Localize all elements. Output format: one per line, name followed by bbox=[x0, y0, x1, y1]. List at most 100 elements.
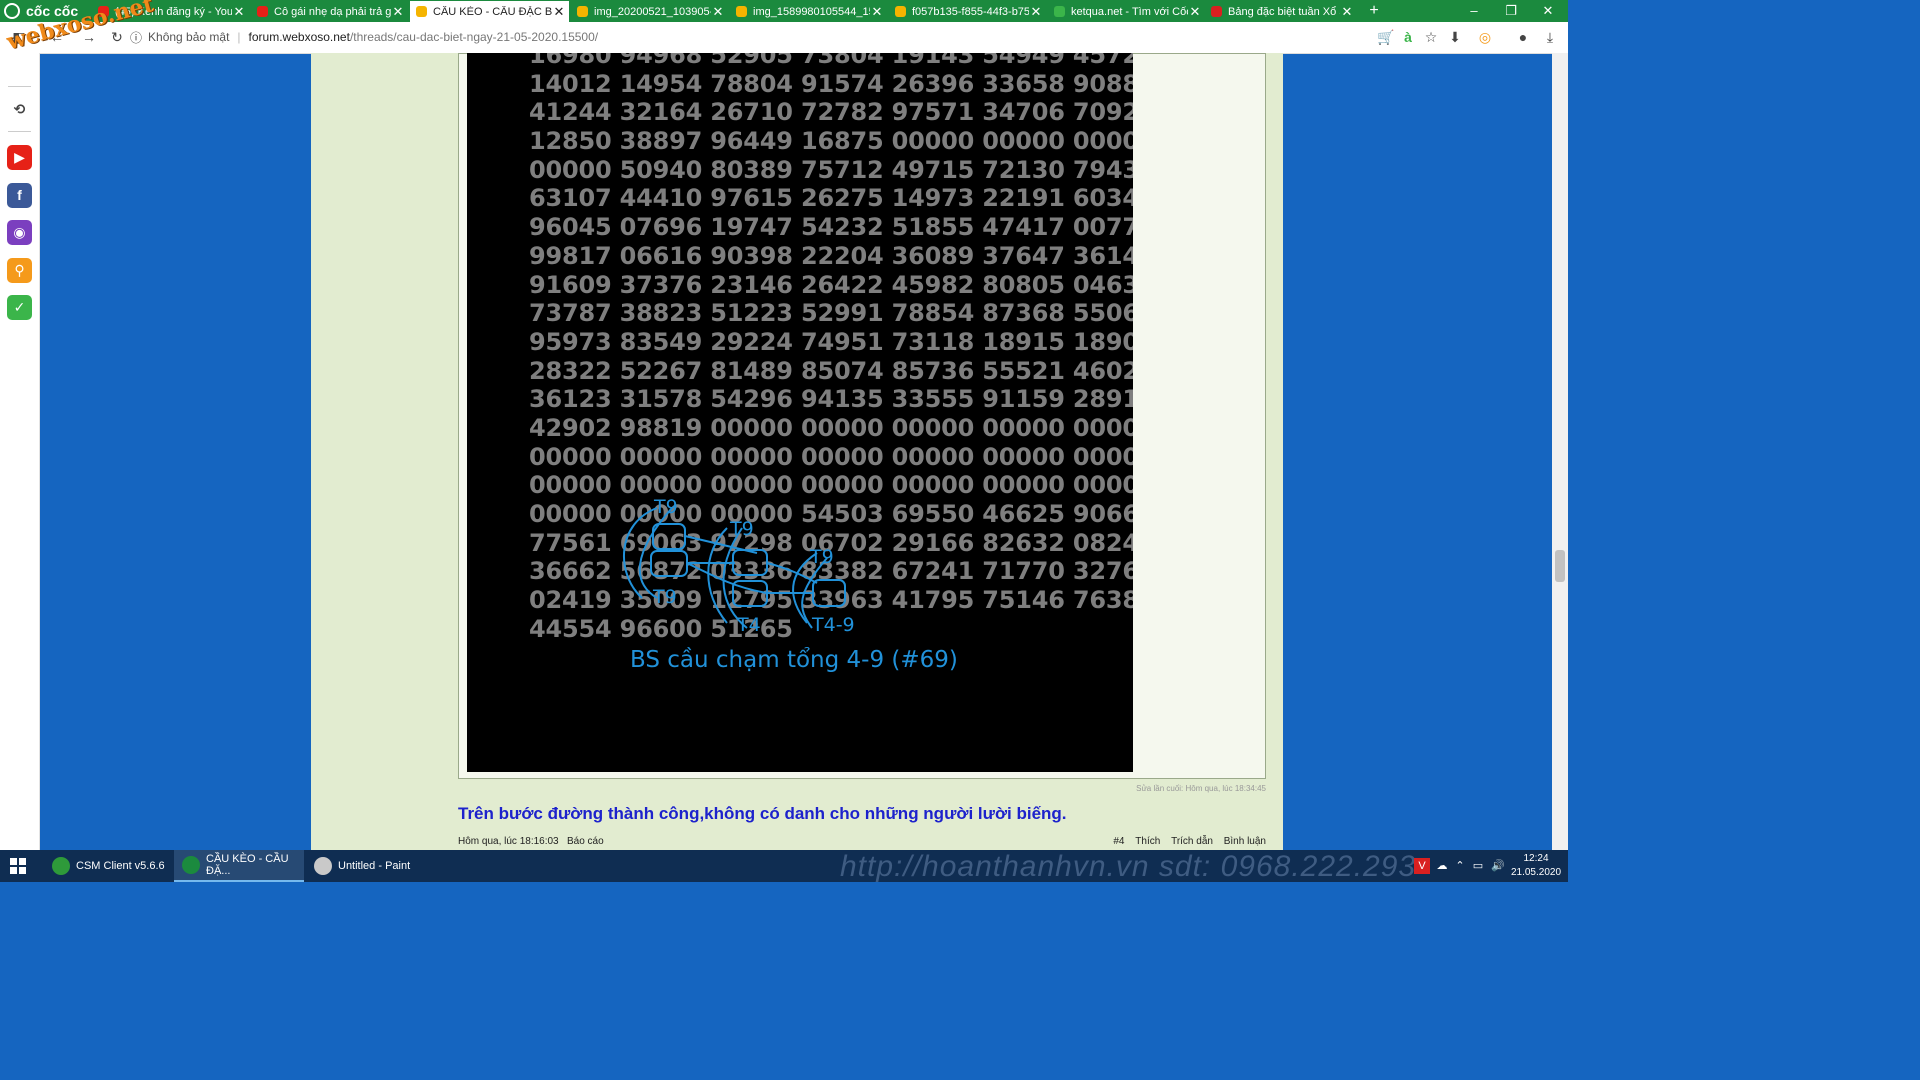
tab-favicon-icon bbox=[1211, 6, 1222, 17]
tab-title: img_1589980105544_158 bbox=[753, 5, 870, 18]
close-tab-icon[interactable]: ✕ bbox=[1340, 4, 1354, 20]
post-number[interactable]: #4 bbox=[1113, 836, 1124, 847]
tab-favicon-icon bbox=[416, 6, 427, 17]
bridge-curve bbox=[722, 527, 748, 629]
taskbar-wallpaper-text: http://hoanthanhvn.vn sdt: 0968.222.293 bbox=[840, 850, 1417, 883]
close-tab-icon[interactable]: ✕ bbox=[1029, 4, 1043, 20]
post-time[interactable]: Hôm qua, lúc 18:16:03 bbox=[458, 836, 559, 847]
close-tab-icon[interactable]: ✕ bbox=[1188, 4, 1202, 20]
browser-tab[interactable]: img_1589980105544_158 ✕ bbox=[730, 1, 887, 22]
annotation-label: T4-9 bbox=[811, 614, 855, 636]
youtube-icon[interactable]: ▶ bbox=[7, 145, 32, 170]
annotation-label: T4 bbox=[736, 614, 761, 636]
post-footer: Hôm qua, lúc 18:16:03 Báo cáo #4 Thích T… bbox=[458, 836, 1266, 850]
image-caption: BS cầu chạm tổng 4-9 (#69) bbox=[630, 647, 958, 673]
windows-taskbar: http://hoanthanhvn.vn sdt: 0968.222.293 … bbox=[0, 850, 1568, 883]
highlight-box bbox=[732, 549, 768, 576]
tab-favicon-icon bbox=[736, 6, 747, 17]
clock-date: 21.05.2020 bbox=[1510, 867, 1562, 878]
volume-icon[interactable]: 🔊 bbox=[1490, 858, 1506, 874]
cart-icon[interactable]: 🛒 bbox=[1377, 28, 1395, 46]
app-icon bbox=[314, 857, 332, 875]
taskbar-app[interactable]: Untitled - Paint bbox=[306, 850, 432, 882]
translate-icon[interactable]: à bbox=[1399, 28, 1417, 46]
address-divider: | bbox=[237, 30, 241, 44]
taskbar-app[interactable]: CSM Client v5.6.6 bbox=[44, 850, 172, 882]
system-clock[interactable]: 12:24 21.05.2020 bbox=[1508, 852, 1564, 880]
browser-tab[interactable]: Cô gái nhẹ dạ phải trả gi ✕ bbox=[251, 1, 408, 22]
vivaldi-tray-icon[interactable]: V bbox=[1414, 858, 1430, 874]
url-path: /threads/cau-dac-biet-ngay-21-05-2020.15… bbox=[349, 30, 599, 44]
last-edited-note: Sửa lần cuối: Hôm qua, lúc 18:34:45 bbox=[1136, 784, 1266, 793]
browser-tab[interactable]: ketqua.net - Tìm với Cốc ✕ bbox=[1048, 1, 1205, 22]
cloud-tray-icon[interactable]: ☁ bbox=[1434, 858, 1450, 874]
coccoc-extension-icon[interactable]: ◎ bbox=[1476, 28, 1494, 46]
security-label: Không bảo mật bbox=[148, 30, 230, 44]
app-icon bbox=[182, 856, 200, 874]
browser-tab[interactable]: f057b135-f855-44f3-b75 ✕ bbox=[889, 1, 1046, 22]
highlight-box bbox=[652, 523, 686, 550]
network-icon[interactable]: ▭ bbox=[1470, 858, 1486, 874]
page-scrollbar[interactable] bbox=[1552, 53, 1568, 850]
app-label: CẦU KÈO - CẦU ĐẶ... bbox=[206, 853, 289, 877]
app-icon bbox=[52, 857, 70, 875]
sidebar-divider bbox=[8, 86, 31, 87]
highlight-box bbox=[812, 579, 846, 607]
app-label: Untitled - Paint bbox=[338, 860, 411, 872]
tab-title: Cô gái nhẹ dạ phải trả gi bbox=[274, 5, 391, 18]
browser-tab[interactable]: CẦU KÈO - CẦU ĐẶC BIỆ ✕ bbox=[410, 1, 569, 22]
tab-title: ketqua.net - Tìm với Cốc bbox=[1071, 5, 1188, 18]
close-window-button[interactable]: ✕ bbox=[1526, 0, 1570, 22]
browser-sidebar: ⟲ ▶ f ◉ ⚲ ✓ bbox=[0, 53, 40, 850]
tab-title: img_20200521_103905-jp bbox=[594, 5, 711, 18]
bridge-curve bbox=[638, 507, 673, 599]
browser-tab[interactable]: Bảng đặc biệt tuần Xổ Số✕ bbox=[1205, 1, 1357, 22]
browser-toolbar: ◧ ← → ↻ ⓘ Không bảo mật | forum.webxoso.… bbox=[0, 22, 1568, 54]
close-tab-icon[interactable]: ✕ bbox=[552, 4, 566, 20]
tab-favicon-icon bbox=[257, 6, 268, 17]
music-icon[interactable]: ◉ bbox=[7, 220, 32, 245]
windows-start-icon[interactable] bbox=[10, 858, 26, 874]
close-tab-icon[interactable]: ✕ bbox=[870, 4, 884, 20]
comment-link[interactable]: Bình luận bbox=[1224, 836, 1266, 847]
history-icon[interactable]: ⟲ bbox=[7, 97, 32, 122]
download-manager-icon[interactable]: ⬇ bbox=[1446, 28, 1464, 46]
show-hidden-icons[interactable]: ⌃ bbox=[1452, 858, 1468, 874]
tab-title: CẦU KÈO - CẦU ĐẶC BIỆ bbox=[433, 5, 552, 18]
bridge-line bbox=[686, 562, 768, 594]
like-link[interactable]: Thích bbox=[1135, 836, 1160, 847]
tab-title: f057b135-f855-44f3-b75 bbox=[912, 5, 1029, 18]
close-tab-icon[interactable]: ✕ bbox=[391, 4, 405, 20]
download-icon[interactable]: ⤓ bbox=[1541, 28, 1559, 46]
reload-button[interactable]: ↻ bbox=[108, 28, 126, 46]
new-tab-button[interactable]: + bbox=[1364, 0, 1384, 22]
post-signature: Trên bước đường thành công,không có danh… bbox=[458, 804, 1067, 823]
facebook-icon[interactable]: f bbox=[7, 183, 32, 208]
browser-tab[interactable]: img_20200521_103905-jp ✕ bbox=[571, 1, 728, 22]
highlight-box bbox=[732, 580, 768, 607]
post-attached-image[interactable]: 16980 94968 52905 73804 19143 54949 4572… bbox=[467, 53, 1133, 772]
annotation-label: T9 bbox=[653, 496, 678, 518]
profile-icon[interactable]: ● bbox=[1514, 28, 1532, 46]
taskbar-app[interactable]: CẦU KÈO - CẦU ĐẶ... bbox=[174, 850, 304, 882]
scrollbar-thumb[interactable] bbox=[1555, 550, 1565, 582]
app-label: CSM Client v5.6.6 bbox=[76, 860, 165, 872]
clock-time: 12:24 bbox=[1523, 853, 1549, 864]
close-tab-icon[interactable]: ✕ bbox=[232, 4, 246, 20]
bookmark-star-icon[interactable]: ☆ bbox=[1422, 28, 1440, 46]
search-icon[interactable]: ⚲ bbox=[7, 258, 32, 283]
annotation-label: T9 bbox=[809, 546, 834, 568]
tab-favicon-icon bbox=[895, 6, 906, 17]
shield-icon[interactable]: ✓ bbox=[7, 295, 32, 320]
sidebar-divider bbox=[8, 131, 31, 132]
report-link[interactable]: Báo cáo bbox=[567, 836, 604, 847]
tab-title: Bảng đặc biệt tuần Xổ Số bbox=[1228, 5, 1340, 18]
tab-strip: cốc cốc (45) Kênh đăng ký - YouT ✕ Cô gái … bbox=[0, 0, 1568, 22]
tab-favicon-icon bbox=[577, 6, 588, 17]
info-icon[interactable]: ⓘ bbox=[130, 29, 142, 46]
highlight-box bbox=[650, 550, 688, 577]
address-bar[interactable]: ⓘ Không bảo mật | forum.webxoso.net/thre… bbox=[130, 27, 1360, 47]
close-tab-icon[interactable]: ✕ bbox=[711, 4, 725, 20]
quote-link[interactable]: Trích dẫn bbox=[1171, 836, 1213, 847]
coccoc-logo-icon bbox=[4, 3, 20, 19]
